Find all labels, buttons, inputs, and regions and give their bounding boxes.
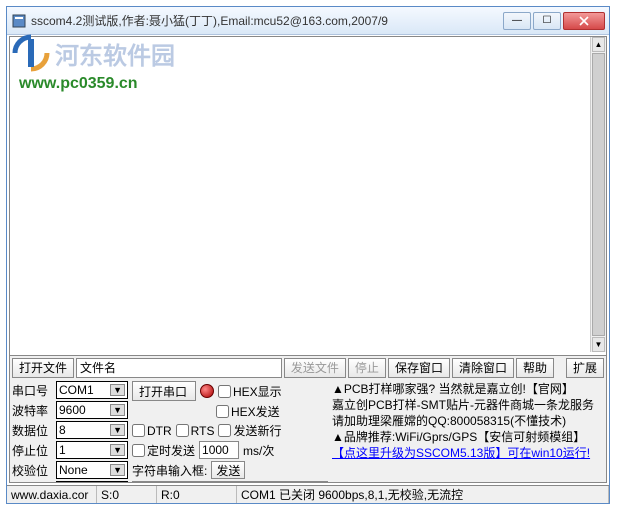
stopbits-label: 停止位 <box>12 442 54 459</box>
help-button[interactable]: 帮助 <box>516 358 554 378</box>
app-window: sscom4.2测试版,作者:聂小猛(丁丁),Email:mcu52@163.c… <box>6 6 610 504</box>
string-input-label: 字符串输入框: <box>132 462 207 479</box>
clear-window-button[interactable]: 清除窗口 <box>452 358 514 378</box>
promo-line: 嘉立创PCB打样-SMT贴片-元器件商城一条龙服务 <box>332 397 604 413</box>
port-led-icon <box>200 384 214 398</box>
status-recv: R:0 <box>157 486 237 503</box>
send-button[interactable]: 发送 <box>211 461 245 479</box>
promo-panel: ▲PCB打样哪家强? 当然就是嘉立创!【官网】 嘉立创PCB打样-SMT贴片-元… <box>330 379 606 482</box>
scroll-up-icon[interactable]: ▲ <box>592 37 605 52</box>
promo-line: ▲PCB打样哪家强? 当然就是嘉立创!【官网】 <box>332 381 604 397</box>
statusbar: www.daxia.cor S:0 R:0 COM1 已关闭 9600bps,8… <box>7 485 609 503</box>
promo-line: 请加助理梁雁嫦的QQ:800058315(不懂技术) <box>332 413 604 429</box>
baud-combo[interactable]: 9600 <box>56 401 128 419</box>
content-area: ▲ ▼ 打开文件 发送文件 停止 保存窗口 清除窗口 帮助 扩展 串口号 COM… <box>9 36 607 483</box>
send-string-input[interactable] <box>132 481 328 483</box>
interval-input[interactable] <box>199 441 239 459</box>
rts-checkbox[interactable]: RTS <box>176 424 215 438</box>
parity-label: 校验位 <box>12 462 54 479</box>
save-window-button[interactable]: 保存窗口 <box>388 358 450 378</box>
status-connection: COM1 已关闭 9600bps,8,1,无校验,无流控 <box>237 486 609 503</box>
output-textarea[interactable] <box>10 37 590 352</box>
flow-combo[interactable]: None <box>56 481 128 483</box>
dtr-checkbox[interactable]: DTR <box>132 424 172 438</box>
maximize-button[interactable]: ☐ <box>533 12 561 30</box>
scroll-down-icon[interactable]: ▼ <box>592 337 605 352</box>
interval-unit: ms/次 <box>243 442 274 459</box>
status-sent: S:0 <box>97 486 157 503</box>
databits-label: 数据位 <box>12 422 54 439</box>
hex-display-checkbox[interactable]: HEX显示 <box>218 383 282 400</box>
flow-label: 流 控 <box>12 482 54 484</box>
open-port-button[interactable]: 打开串口 <box>132 381 196 401</box>
titlebar[interactable]: sscom4.2测试版,作者:聂小猛(丁丁),Email:mcu52@163.c… <box>7 7 609 35</box>
options-column: 打开串口 HEX显示 HEX发送 DTR RTS 发送新行 定时发送 ms/次 <box>130 379 330 482</box>
upgrade-link[interactable]: 【点这里升级为SSCOM5.13版】可在win10运行! <box>332 446 590 460</box>
open-file-button[interactable]: 打开文件 <box>12 358 74 378</box>
baud-label: 波特率 <box>12 402 54 419</box>
send-file-button[interactable]: 发送文件 <box>284 358 346 378</box>
port-label: 串口号 <box>12 382 54 399</box>
serial-settings: 串口号 COM1 波特率 9600 数据位 8 停止位 1 校验位 None <box>10 379 130 482</box>
stopbits-combo[interactable]: 1 <box>56 441 128 459</box>
parity-combo[interactable]: None <box>56 461 128 479</box>
scroll-thumb[interactable] <box>592 53 605 336</box>
scrollbar-vertical[interactable]: ▲ ▼ <box>590 37 606 352</box>
port-combo[interactable]: COM1 <box>56 381 128 399</box>
send-newline-checkbox[interactable]: 发送新行 <box>218 422 281 439</box>
app-icon <box>11 13 27 29</box>
hex-send-checkbox[interactable]: HEX发送 <box>216 403 280 420</box>
close-button[interactable] <box>563 12 605 30</box>
promo-line: ▲品牌推荐:WiFi/Gprs/GPS【安信可射频模组】 <box>332 429 604 445</box>
filename-field[interactable] <box>76 358 282 378</box>
stop-button[interactable]: 停止 <box>348 358 386 378</box>
minimize-button[interactable]: — <box>503 12 531 30</box>
window-controls: — ☐ <box>503 12 605 30</box>
expand-button[interactable]: 扩展 <box>566 358 604 378</box>
window-title: sscom4.2测试版,作者:聂小猛(丁丁),Email:mcu52@163.c… <box>31 12 503 29</box>
timed-send-checkbox[interactable]: 定时发送 <box>132 442 195 459</box>
status-url: www.daxia.cor <box>7 486 97 503</box>
control-panel: 串口号 COM1 波特率 9600 数据位 8 停止位 1 校验位 None <box>10 379 606 482</box>
databits-combo[interactable]: 8 <box>56 421 128 439</box>
file-toolbar: 打开文件 发送文件 停止 保存窗口 清除窗口 帮助 扩展 <box>10 355 606 379</box>
